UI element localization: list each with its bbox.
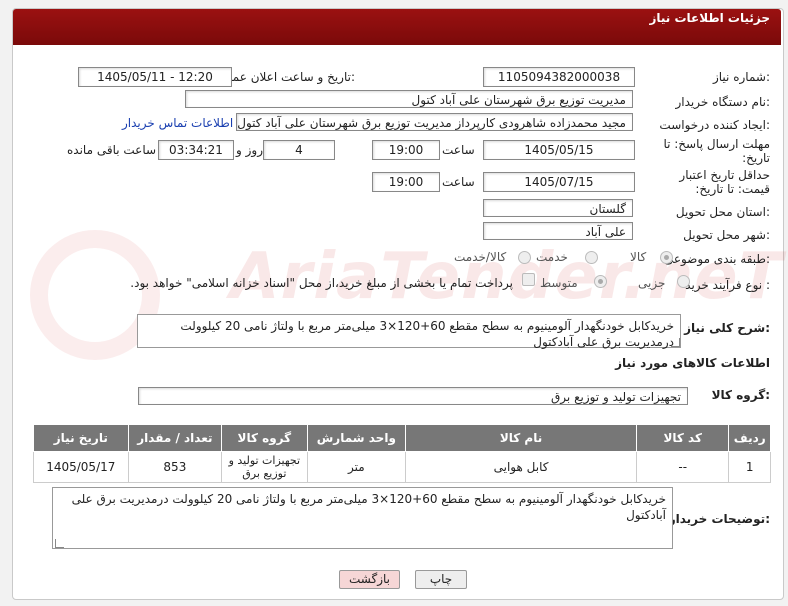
col-header-group: گروه کالا — [221, 424, 308, 452]
process-radio-medium[interactable] — [594, 275, 607, 288]
items-table: ردیف کد کالا نام کالا واحد شمارش گروه کا… — [33, 424, 771, 483]
category-radio-goods[interactable] — [660, 251, 673, 264]
province-field: گلستان — [483, 199, 633, 217]
process-label: نوع فرآیند خرید : — [685, 278, 770, 292]
goods-group-field: تجهیزات تولید و توزیع برق — [138, 387, 688, 405]
col-header-row: ردیف — [728, 424, 771, 452]
payment-checkbox[interactable] — [522, 273, 535, 286]
category-option-service: خدمت — [536, 250, 568, 264]
col-header-unit: واحد شمارش — [306, 424, 407, 452]
cell-code: -- — [635, 451, 730, 483]
need-number-label: شماره نیاز: — [712, 70, 770, 84]
buyer-notes-label: توضیحات خریدار: — [668, 512, 770, 526]
table-row: 1 -- کابل هوایی متر تجهیزات تولید و توزی… — [33, 451, 771, 483]
notes-resize-handle-icon[interactable] — [55, 539, 64, 548]
announce-field: 1405/05/11 - 12:20 — [78, 67, 232, 87]
reply-time-label: ساعت — [442, 143, 475, 157]
category-option-goods: کالا — [630, 250, 647, 264]
province-label: استان محل تحویل: — [675, 205, 770, 219]
resize-handle-icon[interactable] — [671, 338, 680, 347]
days-label: روز و — [236, 143, 263, 157]
creator-label: ایجاد کننده درخواست: — [659, 118, 770, 132]
reply-time-field: 19:00 — [372, 140, 440, 160]
price-time-label: ساعت — [442, 175, 475, 189]
panel-title: جزئیات اطلاعات نیاز — [649, 11, 770, 25]
buyer-org-field: مدیریت توزیع برق شهرستان علی آباد کتول — [185, 90, 633, 108]
col-header-name: نام کالا — [405, 424, 637, 452]
payment-note: پرداخت تمام یا بخشی از مبلغ خرید،از محل … — [130, 276, 513, 290]
process-option-minor: جزیی — [638, 276, 666, 290]
buyer-org-label: نام دستگاه خریدار: — [675, 95, 771, 109]
category-radio-both[interactable] — [518, 251, 531, 264]
contact-info-link[interactable]: اطلاعات تماس خریدار — [122, 116, 233, 130]
cell-group: تجهیزات تولید و توزیع برق — [221, 451, 308, 483]
description-label: شرح کلی نیاز: — [684, 321, 770, 335]
category-radio-service[interactable] — [585, 251, 598, 264]
cell-name: کابل هوایی — [405, 451, 637, 483]
col-header-qty: تعداد / مقدار — [127, 424, 223, 452]
cell-row: 1 — [728, 451, 771, 483]
cell-unit: متر — [306, 451, 407, 483]
remaining-time-field: 03:34:21 — [158, 140, 234, 160]
print-button[interactable]: چاپ — [415, 570, 467, 589]
goods-info-title: اطلاعات کالاهای مورد نیاز — [615, 356, 770, 370]
creator-field: مجید محمدزاده شاهرودی کارپرداز مدیریت تو… — [236, 113, 633, 131]
need-number-field: 1105094382000038 — [483, 67, 635, 87]
back-button[interactable]: بازگشت — [339, 570, 400, 589]
process-radio-minor[interactable] — [677, 275, 690, 288]
reply-date-field: 1405/05/15 — [483, 140, 635, 160]
remaining-label: ساعت باقی مانده — [67, 143, 157, 157]
category-label: طبقه بندی موضوعی: — [663, 252, 770, 266]
description-text: خریدکابل خودنگهدار آلومینیوم به سطح مقطع… — [180, 319, 674, 349]
col-header-date: تاریخ نیاز — [33, 424, 129, 452]
buyer-notes-textarea[interactable]: خریدکابل خودنگهدار آلومینیوم به سطح مقطع… — [52, 487, 673, 549]
price-validity-label: حداقل تاریخ اعتبار قیمت: تا تاریخ: — [679, 168, 770, 196]
reply-deadline-label: مهلت ارسال پاسخ: تا تاریخ: — [663, 137, 770, 165]
goods-group-label: گروه کالا: — [711, 388, 770, 402]
days-field: 4 — [263, 140, 335, 160]
process-option-medium: متوسط — [540, 276, 578, 290]
cell-qty: 853 — [127, 451, 223, 483]
category-option-both: کالا/خدمت — [454, 250, 507, 264]
cell-date: 1405/05/17 — [33, 451, 129, 483]
city-label: شهر محل تحویل: — [683, 228, 770, 242]
price-date-field: 1405/07/15 — [483, 172, 635, 192]
city-field: علی آباد — [483, 222, 633, 240]
buyer-notes-text: خریدکابل خودنگهدار آلومینیوم به سطح مقطع… — [71, 492, 666, 522]
description-textarea[interactable]: خریدکابل خودنگهدار آلومینیوم به سطح مقطع… — [137, 314, 681, 349]
price-time-field: 19:00 — [372, 172, 440, 192]
col-header-code: کد کالا — [635, 424, 730, 452]
